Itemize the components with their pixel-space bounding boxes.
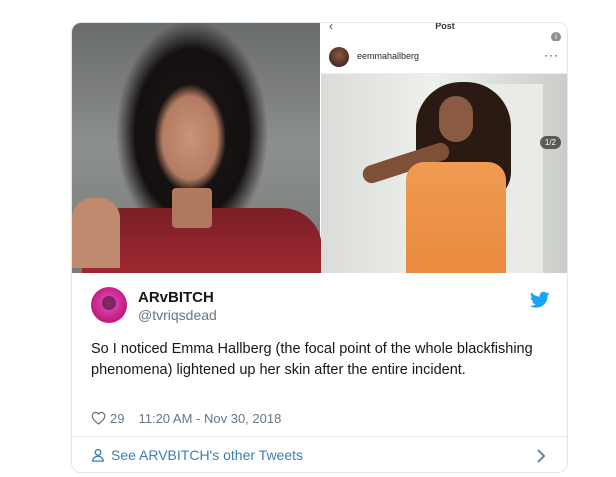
instagram-top-bar: ‹ Post [321, 23, 567, 42]
person-icon [92, 448, 104, 462]
photo-counter-badge: 1/2 [539, 136, 561, 149]
photo-hand [72, 198, 120, 268]
tweet-timestamp[interactable]: 11:20 AM - Nov 30, 2018 [138, 411, 281, 426]
tweet-meta: 29 11:20 AM - Nov 30, 2018 [91, 409, 281, 427]
tweet-text: So I noticed Emma Hallberg (the focal po… [91, 341, 533, 378]
photo-orange-dress [406, 162, 506, 273]
instagram-photo: 1/2 [321, 74, 567, 273]
more-icon: ··· [544, 48, 559, 62]
tweet-author-header: ARvBITCH @tvriqsdead [72, 273, 567, 333]
see-other-tweets-label: See ARVBITCH's other Tweets [111, 447, 304, 463]
instagram-avatar [329, 47, 349, 67]
heart-icon[interactable] [91, 411, 106, 425]
chevron-right-icon[interactable] [536, 449, 546, 463]
instagram-title: Post [435, 23, 455, 31]
avatar[interactable] [91, 287, 127, 323]
like-count[interactable]: 29 [110, 411, 124, 426]
photo-left-selfie[interactable] [72, 23, 322, 273]
author-handle[interactable]: @tvriqsdead [138, 307, 217, 323]
twitter-bird-icon[interactable] [530, 291, 550, 309]
tweet-media[interactable]: ‹ Post i eemmahallberg ··· 1/2 [72, 23, 567, 273]
photo-face [439, 96, 473, 142]
photo-right-instagram-screenshot[interactable]: ‹ Post i eemmahallberg ··· 1/2 [321, 23, 567, 273]
tweet-footer[interactable]: See ARVBITCH's other Tweets [72, 436, 567, 472]
see-other-tweets-link[interactable]: See ARVBITCH's other Tweets [91, 447, 303, 463]
author-display-name[interactable]: ARvBITCH [138, 289, 214, 306]
photo-neck [172, 188, 212, 228]
instagram-username: eemmahallberg [357, 51, 420, 61]
embedded-tweet-card[interactable]: ‹ Post i eemmahallberg ··· 1/2 ARvBITCH … [71, 22, 568, 473]
instagram-post-header: eemmahallberg ··· [321, 41, 567, 74]
